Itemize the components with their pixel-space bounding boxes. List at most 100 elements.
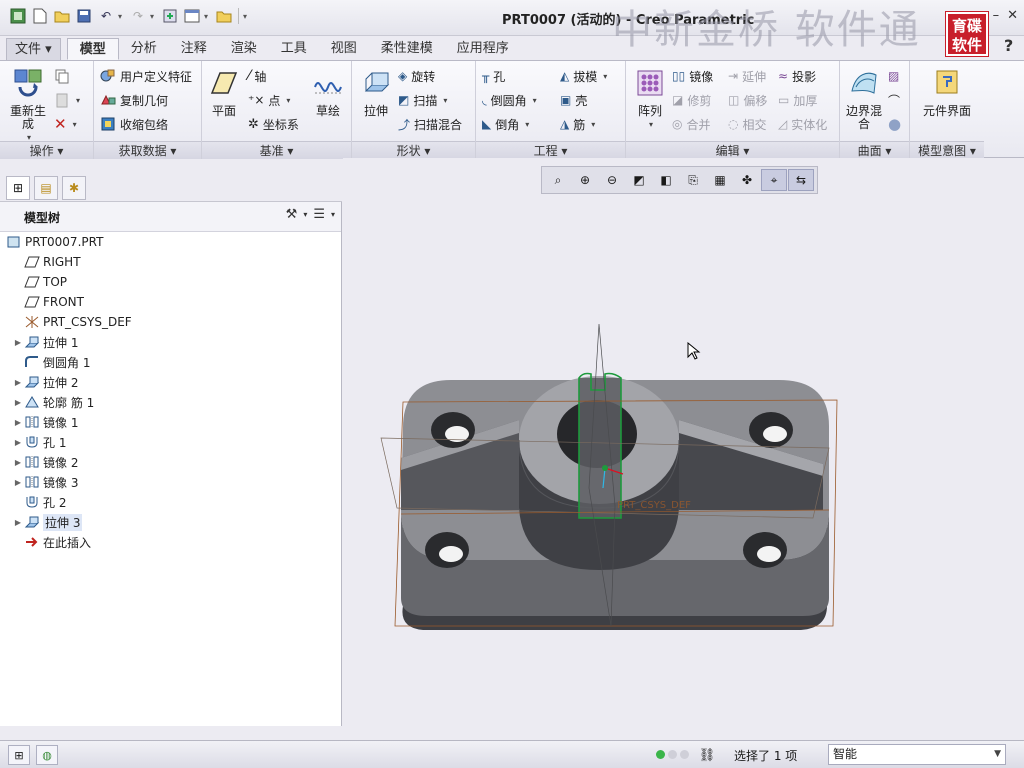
- expand-arrow-icon[interactable]: ▶: [12, 418, 24, 427]
- extrude-button[interactable]: 拉伸: [356, 65, 396, 118]
- mirror-button[interactable]: ▯▯ 镜像: [672, 65, 713, 87]
- help-icon[interactable]: ?: [1004, 36, 1013, 55]
- fill-button[interactable]: ▨: [888, 65, 899, 87]
- minimize-button[interactable]: –: [993, 8, 1000, 23]
- tab-analysis[interactable]: 分析: [119, 38, 169, 60]
- app-menu-icon[interactable]: [8, 6, 28, 26]
- favorites-tab[interactable]: ✱: [62, 176, 86, 200]
- pattern-button[interactable]: 阵列 ▾: [632, 65, 668, 131]
- intersect-button[interactable]: ◌ 相交: [728, 113, 767, 135]
- close-window-icon[interactable]: [214, 6, 234, 26]
- sweep-button[interactable]: ◩ 扫描 ▾: [398, 89, 447, 111]
- expand-arrow-icon[interactable]: ▶: [12, 338, 24, 347]
- tree-item[interactable]: ▶ 拉伸 1: [0, 332, 341, 352]
- close-button[interactable]: ✕: [1007, 8, 1018, 23]
- redo-dropdown-icon[interactable]: ▾: [150, 12, 158, 21]
- open-folder-icon[interactable]: [52, 6, 72, 26]
- selection-filter-dropdown[interactable]: 智能 ▼: [828, 744, 1006, 765]
- show-columns-icon[interactable]: ☰: [313, 207, 325, 222]
- windows-icon[interactable]: [182, 6, 202, 26]
- save-icon[interactable]: [74, 6, 94, 26]
- show-dropdown-icon[interactable]: ▾: [331, 210, 335, 219]
- tree-item[interactable]: ▶ 镜像 2: [0, 452, 341, 472]
- draft-button[interactable]: ◭ 拔模 ▾: [560, 65, 607, 87]
- copy-geometry-button[interactable]: 复制几何: [100, 89, 168, 111]
- tree-item[interactable]: 在此插入: [0, 532, 341, 552]
- hole-button[interactable]: ╥ 孔: [482, 65, 505, 87]
- round-button[interactable]: ◟ 倒圆角 ▾: [482, 89, 537, 111]
- boundary-blend-button[interactable]: 边界混合: [842, 65, 886, 131]
- windows-dropdown-icon[interactable]: ▾: [204, 12, 212, 21]
- settings-tools-icon[interactable]: ⚒: [286, 207, 298, 222]
- swept-blend-button[interactable]: ⤴ 扫描混合: [398, 113, 462, 135]
- tree-item[interactable]: ▶ 镜像 3: [0, 472, 341, 492]
- expand-arrow-icon[interactable]: ▶: [12, 478, 24, 487]
- csys-button[interactable]: ✲ 坐标系: [248, 113, 299, 135]
- shrinkwrap-icon: [101, 117, 115, 131]
- point-button[interactable]: ⁺× 点 ▾: [248, 89, 290, 111]
- tab-applications[interactable]: 应用程序: [445, 38, 521, 60]
- expand-arrow-icon[interactable]: ▶: [12, 518, 24, 527]
- tree-item[interactable]: ▶ 镜像 1: [0, 412, 341, 432]
- thicken-button[interactable]: ▭ 加厚: [778, 89, 817, 111]
- tree-item[interactable]: ▶ 拉伸 2: [0, 372, 341, 392]
- undo-dropdown-icon[interactable]: ▾: [118, 12, 126, 21]
- undo-icon[interactable]: ↶: [96, 6, 116, 26]
- tree-item[interactable]: RIGHT: [0, 252, 341, 272]
- freestyle-button[interactable]: ●: [888, 113, 901, 135]
- shell-button[interactable]: ▣ 壳: [560, 89, 587, 111]
- extend-button[interactable]: ⇥ 延伸: [728, 65, 766, 87]
- tab-file[interactable]: 文件 ▾: [6, 38, 61, 60]
- paste-button[interactable]: ▾: [54, 89, 80, 111]
- component-interface-button[interactable]: 元件界面: [920, 65, 974, 118]
- tree-item[interactable]: FRONT: [0, 292, 341, 312]
- settings-dropdown-icon[interactable]: ▾: [303, 210, 307, 219]
- tab-render[interactable]: 渲染: [219, 38, 269, 60]
- trim-button[interactable]: ◪ 修剪: [672, 89, 711, 111]
- expand-arrow-icon[interactable]: ▶: [12, 438, 24, 447]
- tab-tools[interactable]: 工具: [269, 38, 319, 60]
- show-navigator-icon[interactable]: ⊞: [8, 745, 30, 765]
- tree-item[interactable]: TOP: [0, 272, 341, 292]
- qat-customize-icon[interactable]: ▾: [243, 12, 251, 21]
- style-button[interactable]: ⌒: [888, 89, 900, 111]
- tab-model[interactable]: 模型: [66, 38, 119, 60]
- graphics-window[interactable]: ⌕ ⊕ ⊖ ◩ ◧ ⎘ ▦ ✤ ⌖ ⇆ PRT_CSYS_DEF: [343, 158, 1024, 736]
- rib-button[interactable]: ◮ 筋 ▾: [560, 113, 595, 135]
- tree-item[interactable]: ▶ 拉伸 3: [0, 512, 341, 532]
- delete-button[interactable]: ✕ ▾: [54, 113, 77, 135]
- tab-flexible-modeling[interactable]: 柔性建模: [369, 38, 445, 60]
- tree-item[interactable]: PRT_CSYS_DEF: [0, 312, 341, 332]
- revolve-button[interactable]: ◈ 旋转: [398, 65, 435, 87]
- tab-annotate[interactable]: 注释: [169, 38, 219, 60]
- offset-button[interactable]: ◫ 偏移: [728, 89, 767, 111]
- tree-item[interactable]: ▶ 孔 1: [0, 432, 341, 452]
- user-defined-feature-button[interactable]: 用户定义特征: [100, 65, 192, 87]
- chamfer-button[interactable]: ◣ 倒角 ▾: [482, 113, 529, 135]
- redo-icon[interactable]: ↷: [128, 6, 148, 26]
- tree-item[interactable]: 孔 2: [0, 492, 341, 512]
- new-file-icon[interactable]: [30, 6, 50, 26]
- show-browser-icon[interactable]: ◍: [36, 745, 58, 765]
- tree-item[interactable]: ▶ 轮廓 筋 1: [0, 392, 341, 412]
- tree-item[interactable]: 倒圆角 1: [0, 352, 341, 372]
- axis-button[interactable]: ⁄ 轴: [248, 65, 266, 87]
- expand-arrow-icon[interactable]: ▶: [12, 378, 24, 387]
- solidify-button[interactable]: ◿ 实体化: [778, 113, 827, 135]
- folder-browser-tab[interactable]: ▤: [34, 176, 58, 200]
- expand-arrow-icon[interactable]: ▶: [12, 458, 24, 467]
- shrinkwrap-button[interactable]: 收缩包络: [100, 113, 168, 135]
- merge-button[interactable]: ◎ 合并: [672, 113, 711, 135]
- plane-button[interactable]: 平面: [206, 65, 242, 118]
- model-tree-tab[interactable]: ⊞: [6, 176, 30, 200]
- find-icon[interactable]: ⛓: [696, 745, 718, 765]
- sketch-button[interactable]: 草绘: [308, 65, 348, 118]
- regenerate-button[interactable]: 重新生成 ▾: [6, 65, 50, 144]
- project-button[interactable]: ≈ 投影: [778, 65, 816, 87]
- regenerate-small-icon[interactable]: [160, 6, 180, 26]
- tab-view[interactable]: 视图: [319, 38, 369, 60]
- model-viewport[interactable]: PRT_CSYS_DEF: [343, 158, 1024, 736]
- copy-button[interactable]: [54, 65, 70, 87]
- expand-arrow-icon[interactable]: ▶: [12, 398, 24, 407]
- tree-item[interactable]: PRT0007.PRT: [0, 232, 341, 252]
